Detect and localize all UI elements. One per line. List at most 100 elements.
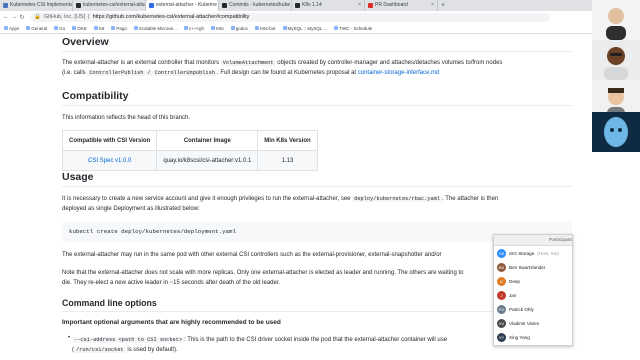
bookmark-item[interactable]: godoc — [230, 25, 249, 31]
participant-row[interactable]: XY Xing Yang — [494, 330, 572, 344]
tab-label: kubernetes-csi/external-atta — [83, 2, 145, 8]
text: : This is the path to the CSI driver soc… — [184, 337, 448, 343]
participant-row[interactable]: SS SIG Storage (Host, me) — [494, 246, 572, 260]
bookmark-favicon-icon — [133, 26, 138, 30]
column-header: Compatible with CSI Version — [61, 130, 158, 151]
lock-icon: 🔒 — [34, 14, 41, 20]
bookmark-label: K8s — [216, 25, 224, 31]
participant-row[interactable]: VV Vladimir Vivien — [494, 316, 572, 330]
participant-video[interactable] — [592, 40, 640, 80]
inline-code: /run/csi/socket — [74, 347, 126, 353]
address-bar-row: ← → ↻ 🔒 GitHub, Inc. [US] | https://gith… — [0, 11, 592, 23]
host-tag: (Host, me) — [537, 250, 559, 256]
csi-spec-link[interactable]: CSI Spec v1.0.0 — [88, 158, 131, 164]
bookmark-label: K8 — [98, 25, 105, 31]
browser-tab[interactable]: Commits · kubernetes/kube× — [219, 0, 292, 11]
tab-label: Kubernetes CSI Implementati — [10, 2, 73, 8]
inline-code: ControllerPublish — [87, 70, 146, 76]
inline-code: VolumeAttachment — [220, 60, 276, 66]
bookmark-item[interactable]: OKE — [72, 26, 87, 31]
compatibility-heading: Compatibility — [62, 90, 129, 102]
bookmark-favicon-icon — [255, 26, 260, 30]
list-item: --csi-address <path to CSI socket>: This… — [72, 335, 490, 345]
list-item-continued: (/run/csi/socket is used by default). — [72, 345, 572, 355]
inline-code: deploy/kubernetes/rbac.yaml — [352, 196, 442, 202]
usage-paragraph-2: The external-attacher may run in the sam… — [62, 252, 442, 258]
browser-tab[interactable]: kubernetes-csi/external-atta× — [73, 0, 146, 11]
participants-panel[interactable]: Participants SS SIG Storage (Host, me) BS Be… — [493, 234, 573, 346]
bookmark-label: Go — [59, 25, 66, 31]
bookmark-favicon-icon — [4, 26, 8, 30]
text: . Full design can be found at Kubernetes… — [216, 70, 358, 76]
avatar: BS — [497, 262, 506, 272]
address-bar[interactable]: 🔒 GitHub, Inc. [US] | https://github.com… — [30, 12, 550, 22]
avatar: SS — [497, 248, 506, 258]
overview-paragraph: The external-attacher is an external con… — [62, 58, 574, 78]
bookmark-item[interactable]: MySQL :: MySQL ... — [282, 25, 328, 31]
browser-tab[interactable]: PR Dashboard × — [365, 0, 438, 11]
usage-paragraph: It is necessary to create a new service … — [62, 194, 574, 214]
close-tab-icon[interactable]: × — [358, 0, 361, 11]
text: It is necessary to create a new service … — [62, 196, 353, 202]
cli-options-subheading: Important optional arguments that are hi… — [62, 319, 281, 326]
bookmark-item[interactable]: Pago — [111, 26, 127, 31]
avatar: PO — [497, 304, 506, 314]
participant-row[interactable]: J Jan — [494, 288, 572, 302]
bookmark-favicon-icon — [230, 26, 235, 30]
tab-favicon — [295, 3, 300, 8]
bookmark-item[interactable]: K8s-bot — [255, 26, 276, 31]
participants-title: Participants — [494, 235, 572, 246]
bookmark-label: OKE — [77, 25, 87, 31]
bookmark-item[interactable]: K8s — [211, 26, 224, 31]
close-tab-icon[interactable]: × — [431, 0, 434, 11]
table-cell: quay.io/k8scsi/csi-attacher:v1.0.1 — [156, 150, 259, 171]
participant-row[interactable]: PO Patrick Ohly — [494, 302, 572, 316]
avatar: J — [497, 290, 506, 300]
bookmark-item[interactable]: c++<gh — [183, 26, 204, 31]
participant-name: Jan — [509, 292, 517, 298]
bookmark-item[interactable]: Apps — [4, 26, 19, 31]
table-cell[interactable]: CSI Spec v1.0.0 — [61, 150, 158, 171]
avatar: XY — [497, 332, 506, 342]
browser-tab[interactable]: Kubernetes CSI Implementati× — [0, 0, 73, 11]
participant-name: Deep — [509, 278, 520, 284]
inline-code: / — [145, 70, 153, 76]
bookmark-favicon-icon — [72, 26, 77, 30]
bookmark-label: MySQL :: MySQL ... — [287, 25, 328, 31]
participant-row[interactable]: BS Ben Swartzlander — [494, 260, 572, 274]
bookmark-label: godoc — [235, 25, 249, 31]
participant-row[interactable]: D Deep — [494, 274, 572, 288]
forward-icon[interactable]: → — [10, 14, 18, 20]
text: The external-attacher is an external con… — [62, 60, 221, 66]
bookmark-item[interactable]: TWC - Schedule — [334, 26, 372, 31]
heading-rule — [62, 186, 572, 187]
new-tab-button[interactable]: + — [438, 0, 448, 11]
usage-paragraph-3b: die. They re-elect a new active leader i… — [62, 280, 281, 286]
browser-chrome: Kubernetes CSI Implementati× kubernetes-… — [0, 0, 592, 34]
bookmark-favicon-icon — [282, 26, 287, 30]
participant-name: Vladimir Vivien — [509, 320, 540, 326]
reload-icon[interactable]: ↻ — [18, 14, 26, 21]
table-row: CSI Spec v1.0.0 quay.io/k8scsi/csi-attac… — [61, 150, 318, 171]
bookmark-item[interactable]: Scalable Microse... — [133, 25, 177, 31]
participant-video[interactable] — [592, 0, 640, 40]
bookmark-label: Scalable Microse... — [138, 25, 177, 31]
separator: | — [88, 14, 90, 20]
text: objects created by controller-manager an… — [275, 60, 503, 66]
tab-favicon — [76, 3, 81, 8]
design-proposal-link[interactable]: container-storage-interface.md — [358, 70, 440, 76]
back-icon[interactable]: ← — [2, 14, 10, 20]
bookmark-item[interactable]: General — [26, 26, 47, 31]
bookmark-item[interactable]: Go — [54, 26, 65, 31]
bookmark-label: General — [31, 25, 48, 31]
url-text: https://github.com/kubernetes-csi/extern… — [92, 14, 250, 20]
bookmark-label: K8s-bot — [260, 25, 276, 31]
table-cell: 1.13 — [257, 150, 318, 171]
participants-list: SS SIG Storage (Host, me) BS Ben Swartzlande… — [494, 246, 572, 344]
browser-tab[interactable]: K8s 1.14 × — [292, 0, 365, 11]
browser-tab-active[interactable]: external-attacher - Kuberne× — [146, 0, 219, 11]
tab-favicon — [3, 3, 8, 8]
bookmark-favicon-icon — [26, 26, 31, 30]
participant-video-avatar[interactable] — [592, 112, 640, 152]
bookmark-item[interactable]: K8 — [93, 25, 105, 31]
